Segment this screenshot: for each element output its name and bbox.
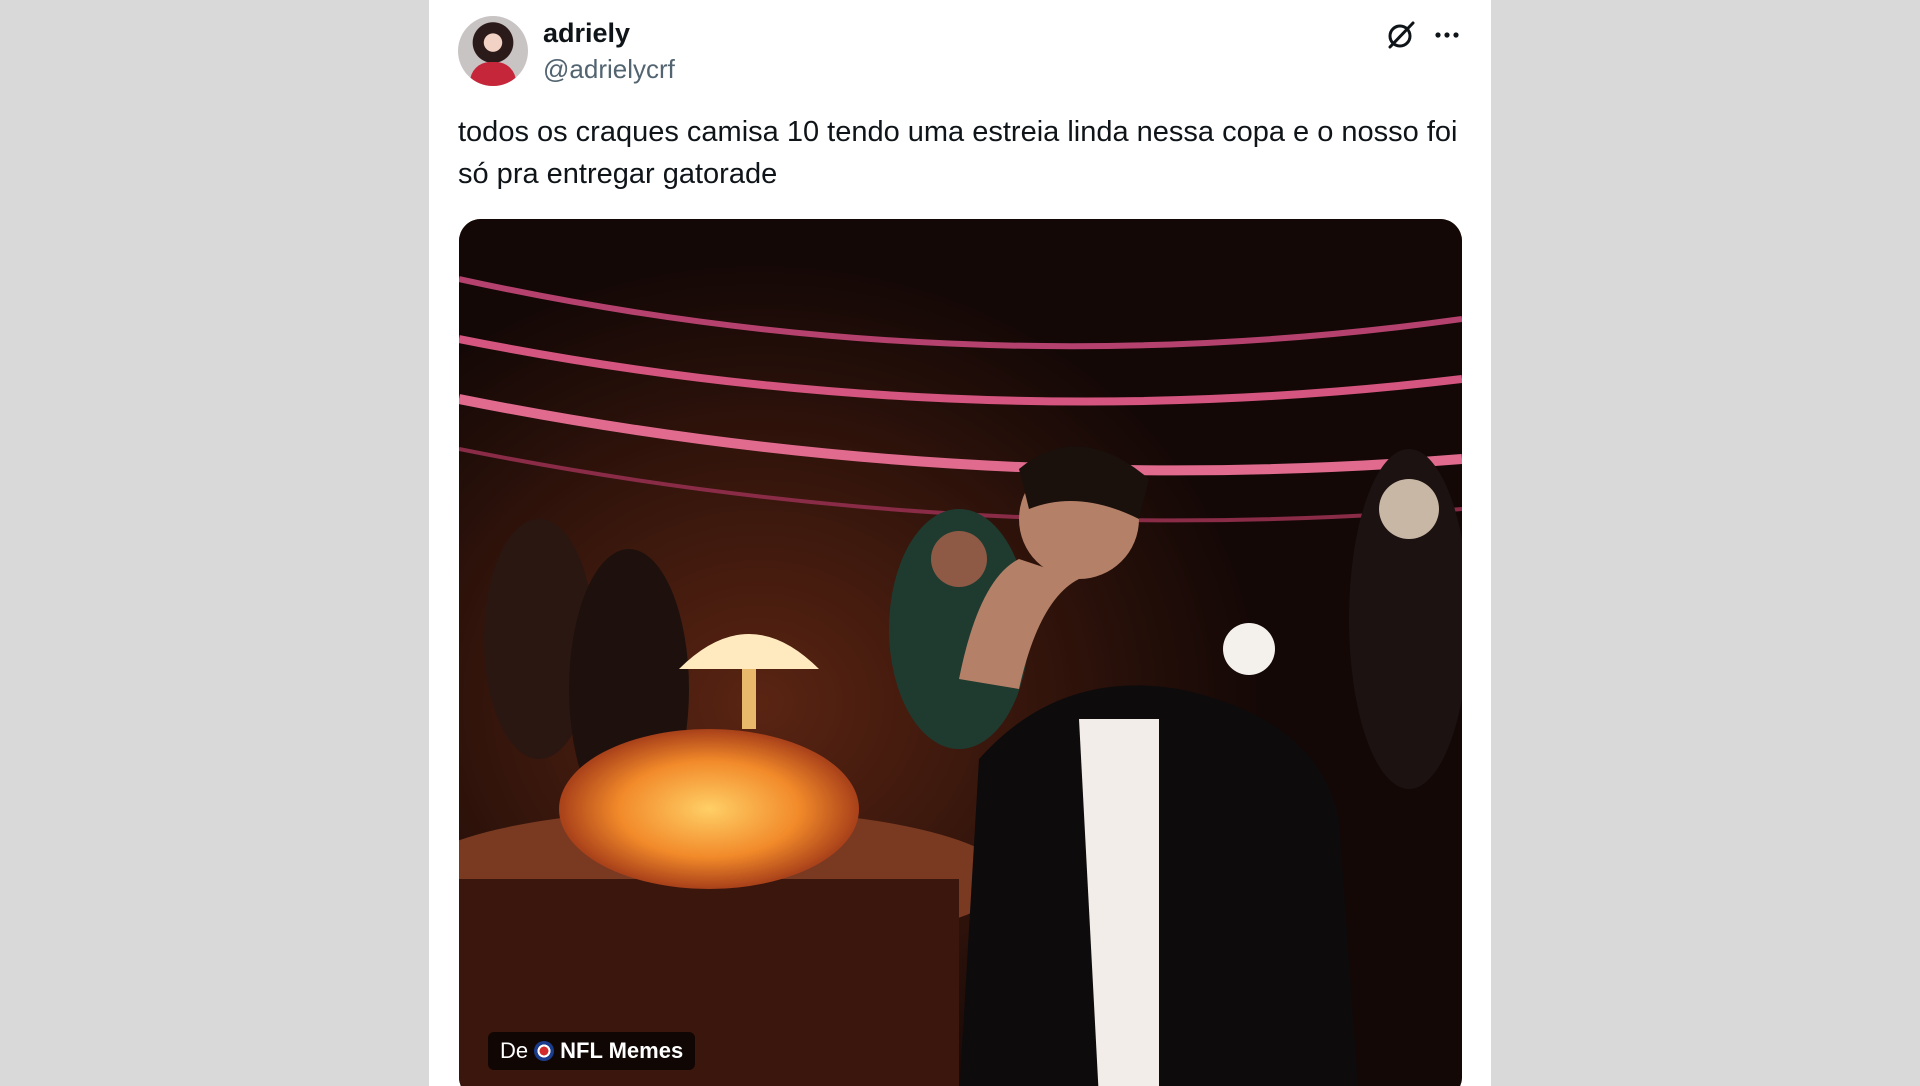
avatar-shirt [470,62,516,86]
avatar[interactable] [458,16,528,86]
nfl-logo-icon [534,1041,555,1061]
more-options-icon[interactable] [1429,17,1465,53]
source-name: NFL Memes [560,1038,684,1063]
display-name[interactable]: adriely [543,16,630,50]
grok-icon[interactable] [1383,17,1419,53]
user-handle[interactable]: @adrielycrf [543,52,675,86]
tweet-card: adriely @adrielycrf todos os craques cam… [429,0,1491,1086]
source-prefix: De [500,1038,529,1063]
tweet-media-video[interactable]: De NFL Memes [459,219,1462,1086]
tweet-text: todos os craques camisa 10 tendo uma est… [458,116,1458,190]
video-frame [459,219,1462,1086]
media-source-tag[interactable]: De NFL Memes [488,1032,696,1070]
